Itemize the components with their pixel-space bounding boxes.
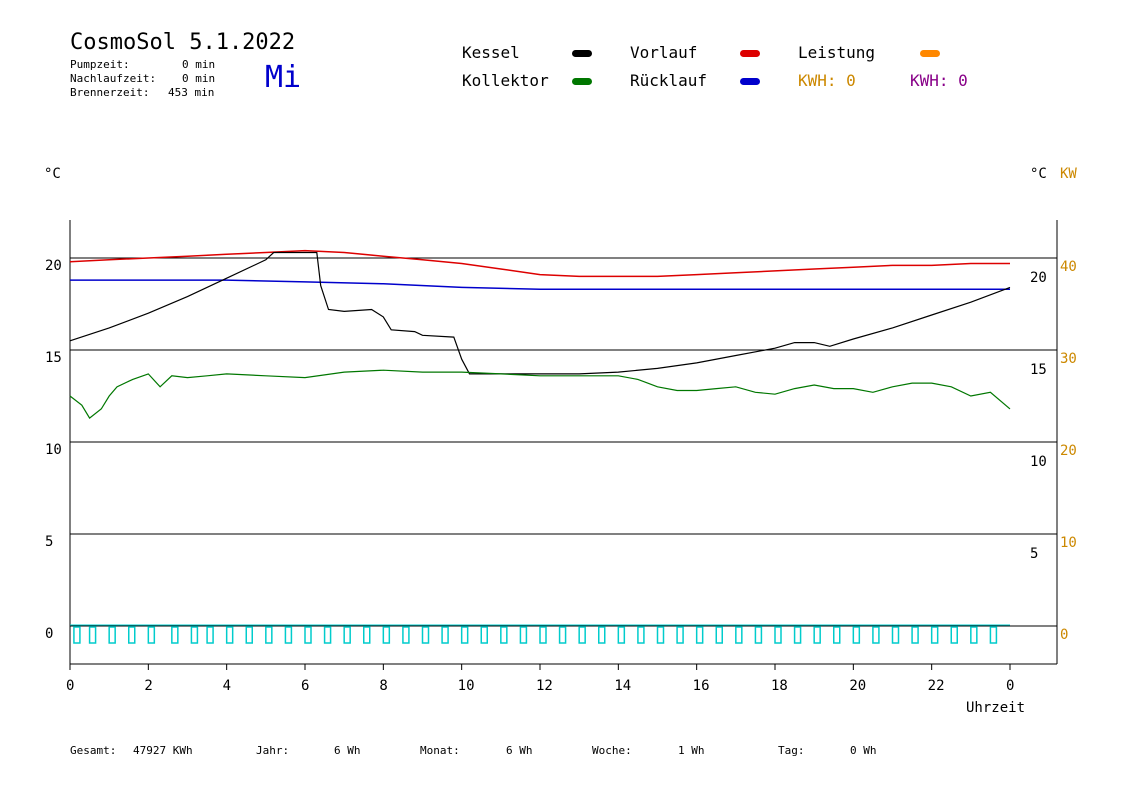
pump-pulse-34 bbox=[735, 626, 743, 644]
series-vorlauf bbox=[69, 249, 1010, 278]
pump-pulse-12 bbox=[304, 626, 312, 644]
x-tick-label: 20 bbox=[849, 678, 866, 694]
pump-pulse-24 bbox=[539, 626, 547, 644]
temperature-chart: 0 5 10 15 20 5 10 15 20 0 10 20 30 40 0 2 4 6 8 10 12 14 16 18 2… bbox=[45, 220, 1077, 694]
y-left-tick-label: 5 bbox=[45, 534, 53, 550]
pump-pulse-33 bbox=[715, 626, 723, 644]
y-right-tick-label: 15 bbox=[1030, 362, 1047, 378]
x-tick-label: 0 bbox=[66, 678, 74, 694]
pump-pulse-16 bbox=[382, 626, 391, 644]
footer-monat-label: Monat: bbox=[420, 744, 460, 757]
pump-pulse-4 bbox=[147, 626, 156, 644]
pump-pulse-14 bbox=[343, 626, 351, 644]
pump-pulse-2 bbox=[108, 626, 116, 644]
pump-pulse-41 bbox=[872, 626, 880, 644]
footer-gesamt-value: 47927 KWh bbox=[133, 744, 193, 757]
footer-jahr-value: 6 Wh bbox=[334, 744, 361, 757]
pump-pulse-46 bbox=[970, 626, 978, 644]
footer-woche-label: Woche: bbox=[592, 744, 632, 757]
pump-pulse-18 bbox=[421, 626, 430, 644]
pump-pulse-5 bbox=[171, 626, 179, 644]
pump-pulse-44 bbox=[930, 626, 939, 644]
y-right-kw-tick-label: 40 bbox=[1060, 259, 1077, 275]
x-tick-label: 10 bbox=[458, 678, 475, 694]
x-tick-label: 18 bbox=[771, 678, 788, 694]
pump-pulse-31 bbox=[676, 626, 684, 644]
pump-pulse-21 bbox=[480, 626, 488, 644]
pump-pulse-29 bbox=[637, 626, 645, 644]
pump-pulse-3 bbox=[128, 626, 136, 644]
y-right-tick-label: 10 bbox=[1030, 454, 1047, 470]
footer-woche-value: 1 Wh bbox=[678, 744, 705, 757]
pump-pulse-9 bbox=[245, 626, 253, 644]
y-left-tick-label: 10 bbox=[45, 442, 62, 458]
pump-pulse-42 bbox=[891, 626, 900, 644]
footer-jahr-label: Jahr: bbox=[256, 744, 290, 757]
pump-pulse-36 bbox=[774, 626, 782, 644]
pump-pulse-25 bbox=[558, 626, 567, 644]
pump-pulse-0 bbox=[73, 626, 81, 644]
y-right-tick-label: 20 bbox=[1030, 270, 1047, 286]
pump-pulse-43 bbox=[911, 626, 919, 644]
pump-pulse-40 bbox=[852, 626, 861, 644]
x-tick-label: 12 bbox=[536, 678, 553, 694]
x-tick-label: 22 bbox=[928, 678, 945, 694]
x-axis-label: Uhrzeit bbox=[966, 700, 1026, 716]
pump-pulse-15 bbox=[363, 626, 371, 644]
x-tick-label: 2 bbox=[144, 678, 152, 694]
pump-pulse-7 bbox=[206, 626, 214, 644]
series-kollektor bbox=[69, 369, 1011, 419]
pump-pulse-28 bbox=[617, 626, 626, 644]
pump-pulse-30 bbox=[656, 626, 665, 644]
y-right-kw-tick-label: 10 bbox=[1060, 535, 1077, 551]
pump-pulse-47 bbox=[989, 626, 998, 644]
series-ruecklauf bbox=[70, 279, 1010, 291]
pump-pulse-10 bbox=[265, 626, 273, 644]
pump-pulse-1 bbox=[88, 626, 97, 644]
footer-tag-value: 0 Wh bbox=[850, 744, 877, 757]
footer-monat-value: 6 Wh bbox=[506, 744, 533, 757]
footer-gesamt-label: Gesamt: bbox=[70, 744, 117, 757]
pump-pulse-8 bbox=[225, 626, 234, 644]
x-tick-label: 4 bbox=[223, 678, 231, 694]
pump-pulse-27 bbox=[598, 626, 606, 644]
y-left-tick-label: 0 bbox=[45, 626, 53, 642]
pump-pulse-20 bbox=[460, 626, 469, 644]
y-right-tick-label: 5 bbox=[1030, 546, 1038, 562]
y-right-kw-tick-label: 20 bbox=[1060, 443, 1077, 459]
pump-pulse-39 bbox=[833, 626, 841, 644]
x-tick-label: 8 bbox=[379, 678, 387, 694]
pump-pulse-26 bbox=[578, 626, 586, 644]
pump-pulse-17 bbox=[402, 626, 410, 644]
series-kessel bbox=[69, 251, 1011, 375]
pump-pulse-22 bbox=[500, 626, 508, 644]
pump-pulse-19 bbox=[441, 626, 449, 644]
y-right-kw-tick-label: 0 bbox=[1060, 627, 1068, 643]
x-tick-label: 14 bbox=[614, 678, 631, 694]
y-left-tick-label: 15 bbox=[45, 350, 62, 366]
pump-pulse-35 bbox=[754, 626, 763, 644]
x-tick-label: 0 bbox=[1006, 678, 1014, 694]
pump-pulse-37 bbox=[793, 626, 802, 644]
footer-tag-label: Tag: bbox=[778, 744, 805, 757]
x-tick-label: 16 bbox=[693, 678, 710, 694]
pump-pulse-23 bbox=[519, 626, 528, 644]
x-tick-label: 6 bbox=[301, 678, 309, 694]
y-left-tick-label: 20 bbox=[45, 258, 62, 274]
pump-pulse-32 bbox=[695, 626, 704, 644]
pump-pulse-6 bbox=[190, 626, 199, 644]
pump-pulse-11 bbox=[284, 626, 293, 644]
y-right-kw-tick-label: 30 bbox=[1060, 351, 1077, 367]
pump-pulse-45 bbox=[950, 626, 958, 644]
pump-pulse-13 bbox=[323, 626, 332, 644]
pump-pulse-38 bbox=[813, 626, 821, 644]
